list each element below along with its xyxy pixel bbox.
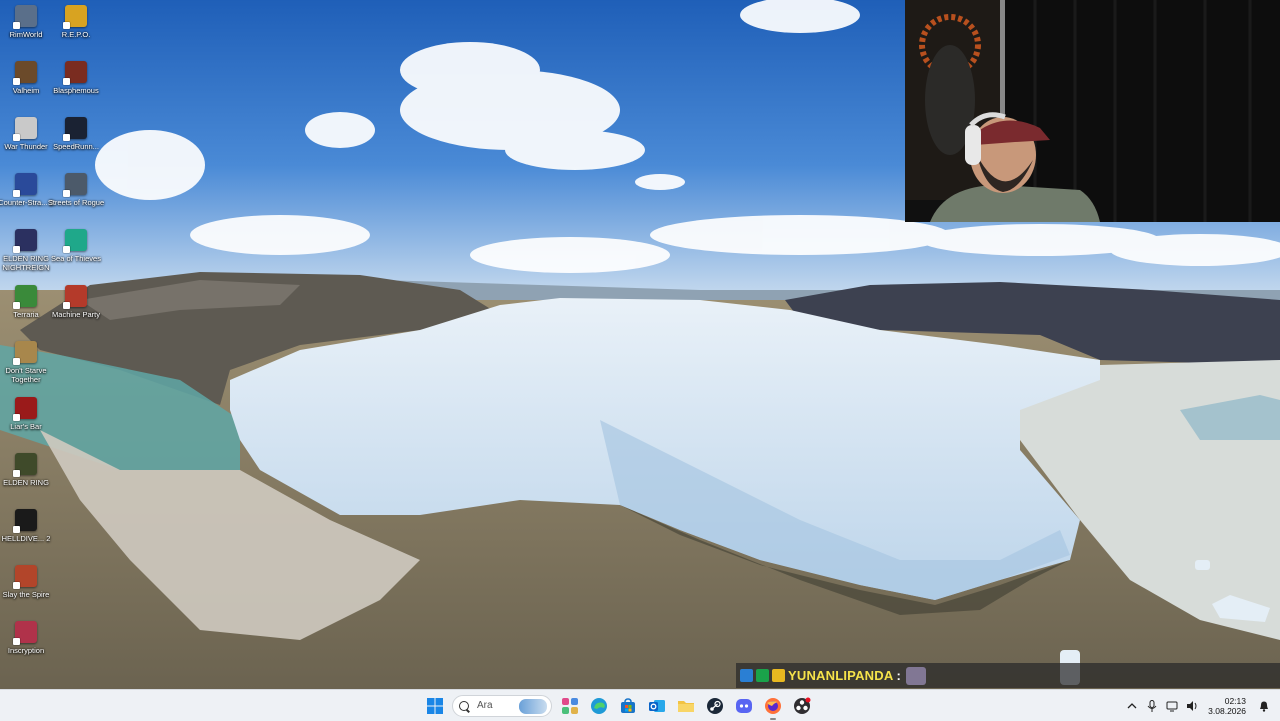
machine-party-icon bbox=[63, 285, 87, 309]
desktop-shortcut-label: Machine Party bbox=[52, 310, 100, 319]
desktop-shortcut[interactable]: Counter-Stra... 2 bbox=[0, 173, 54, 207]
desktop-shortcut[interactable]: ELDEN RING bbox=[0, 453, 52, 487]
taskbar-search[interactable]: Ara bbox=[452, 694, 552, 717]
clock-date: 3.08.2026 bbox=[1208, 705, 1246, 716]
clock-time: 02:13 bbox=[1224, 695, 1246, 706]
edge-icon bbox=[590, 697, 607, 714]
system-tray: 02:13 3.08.2026 bbox=[1122, 690, 1280, 721]
dont-starve-together-icon bbox=[13, 341, 37, 365]
desktop-shortcut[interactable]: Streets of Rogue bbox=[48, 173, 104, 207]
desktop-shortcut[interactable]: Machine Party bbox=[50, 285, 102, 319]
volume-icon[interactable] bbox=[1182, 696, 1202, 716]
desktop-shortcut[interactable]: Don't Starve Together bbox=[0, 341, 52, 384]
inscryption-icon bbox=[13, 621, 37, 645]
widgets-button[interactable] bbox=[558, 694, 581, 717]
desktop-shortcut-label: SpeedRunn... bbox=[53, 142, 99, 151]
desktop-shortcut-label: HELLDIVE... 2 bbox=[1, 534, 51, 543]
desktop-shortcut[interactable]: Sea of Thieves bbox=[50, 229, 102, 263]
chat-badge-3-icon bbox=[772, 669, 785, 682]
liars-bar-icon bbox=[13, 397, 37, 421]
desktop-shortcut[interactable]: Terraria bbox=[0, 285, 52, 319]
network-icon[interactable] bbox=[1162, 696, 1182, 716]
desktop-shortcut[interactable]: HELLDIVE... 2 bbox=[0, 509, 52, 543]
widgets-icon bbox=[561, 697, 578, 714]
store-button[interactable] bbox=[616, 694, 639, 717]
firefox-icon bbox=[764, 697, 781, 714]
chat-badge-1-icon bbox=[740, 669, 753, 682]
steam-icon bbox=[706, 697, 723, 714]
webcam-overlay bbox=[905, 0, 1280, 222]
discord-button[interactable] bbox=[732, 694, 755, 717]
slay-the-spire-icon bbox=[13, 565, 37, 589]
folder-icon bbox=[677, 700, 694, 712]
terraria-icon bbox=[13, 285, 37, 309]
desktop-shortcut[interactable]: Blasphemous bbox=[50, 61, 102, 95]
start-button[interactable] bbox=[423, 694, 446, 717]
desktop-shortcut[interactable]: R.E.P.O. bbox=[50, 5, 102, 39]
desktop-shortcut-label: Liar's Bar bbox=[10, 422, 42, 431]
discord-icon bbox=[735, 698, 752, 713]
microphone-icon[interactable] bbox=[1142, 696, 1162, 716]
notification-icon[interactable] bbox=[1254, 696, 1274, 716]
clock[interactable]: 02:13 3.08.2026 bbox=[1208, 696, 1246, 716]
outlook-icon bbox=[648, 699, 665, 712]
desktop-shortcut[interactable]: SpeedRunn... bbox=[50, 117, 102, 151]
counter-strike-icon bbox=[13, 173, 37, 197]
desktop-shortcut[interactable]: War Thunder bbox=[0, 117, 52, 151]
taskbar-apps: Ara bbox=[423, 690, 813, 721]
outlook-button[interactable] bbox=[645, 694, 668, 717]
search-highlight-image bbox=[519, 698, 547, 714]
speedrunners-icon bbox=[63, 117, 87, 141]
windows-icon bbox=[426, 697, 443, 714]
obs-button[interactable] bbox=[790, 694, 813, 717]
valheim-icon bbox=[13, 61, 37, 85]
helldivers-2-icon bbox=[13, 509, 37, 533]
taskbar: Ara 02:13 3.08.2026 bbox=[0, 689, 1280, 721]
rimworld-icon bbox=[13, 5, 37, 29]
repo-icon bbox=[63, 5, 87, 29]
chat-message-overlay: YUNANLIPANDA : bbox=[736, 663, 1280, 688]
elden-ring-nightreign-icon bbox=[13, 229, 37, 253]
desktop-shortcut-label: Inscryption bbox=[7, 646, 45, 655]
elden-ring-icon bbox=[13, 453, 37, 477]
desktop-shortcut-label: Streets of Rogue bbox=[47, 198, 105, 207]
chat-separator: : bbox=[896, 668, 901, 683]
desktop-shortcut-label: Blasphemous bbox=[53, 86, 99, 95]
edge-button[interactable] bbox=[587, 694, 610, 717]
chat-badge-2-icon bbox=[756, 669, 769, 682]
war-thunder-icon bbox=[13, 117, 37, 141]
desktop-shortcut[interactable]: Inscryption bbox=[0, 621, 52, 655]
desktop-shortcut[interactable]: Valheim bbox=[0, 61, 52, 95]
store-icon bbox=[620, 697, 635, 713]
desktop-shortcut-label: R.E.P.O. bbox=[61, 30, 91, 39]
search-placeholder: Ara bbox=[477, 700, 493, 711]
show-hidden-icons-chevron-icon[interactable] bbox=[1122, 696, 1142, 716]
streets-of-rogue-icon bbox=[63, 173, 87, 197]
blasphemous-icon bbox=[63, 61, 87, 85]
obs-icon bbox=[793, 697, 810, 714]
desktop-shortcut[interactable]: Liar's Bar bbox=[0, 397, 52, 431]
desktop-shortcut[interactable]: Slay the Spire bbox=[0, 565, 52, 599]
firefox-button[interactable] bbox=[761, 694, 784, 720]
desktop-shortcut-label: Slay the Spire bbox=[2, 590, 50, 599]
sea-of-thieves-icon bbox=[63, 229, 87, 253]
chat-emote-icon bbox=[905, 666, 926, 685]
desktop-shortcut-label: Sea of Thieves bbox=[51, 254, 101, 263]
desktop-shortcut-label: Don't Starve Together bbox=[5, 366, 47, 384]
chat-username: YUNANLIPANDA bbox=[788, 668, 894, 683]
desktop-shortcut[interactable]: ELDEN RING NIGHTREIGN bbox=[0, 229, 52, 272]
file-explorer-button[interactable] bbox=[674, 694, 697, 717]
search-icon bbox=[459, 700, 469, 711]
desktop-shortcut-label: ELDEN RING bbox=[3, 478, 49, 487]
steam-button[interactable] bbox=[703, 694, 726, 717]
desktop-shortcut[interactable]: RimWorld bbox=[0, 5, 52, 39]
